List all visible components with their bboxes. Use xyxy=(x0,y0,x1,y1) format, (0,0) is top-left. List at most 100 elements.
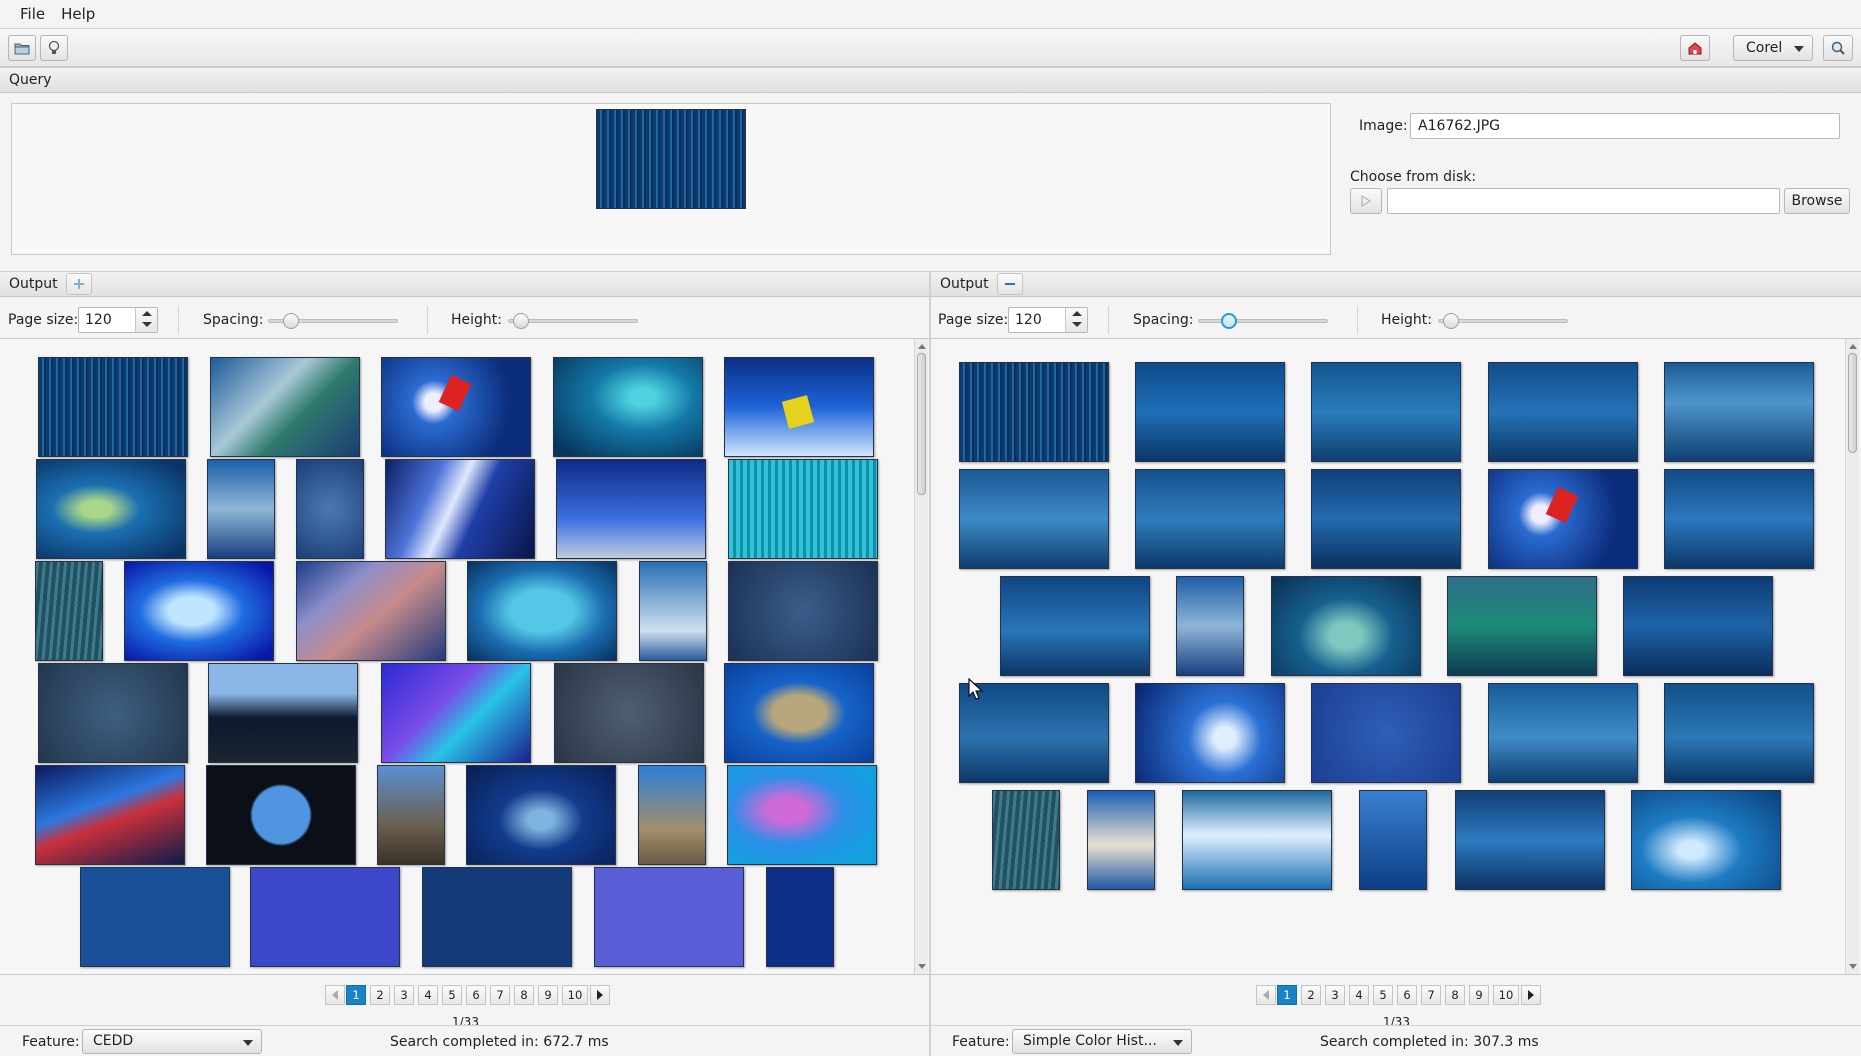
result-thumbnail[interactable] xyxy=(639,561,707,661)
result-thumbnail[interactable] xyxy=(1447,576,1597,676)
disk-path-field[interactable] xyxy=(1387,188,1780,214)
result-thumbnail[interactable] xyxy=(556,459,706,559)
page-button[interactable]: 10 xyxy=(1493,985,1519,1005)
page-button[interactable]: 5 xyxy=(442,985,462,1005)
result-thumbnail[interactable] xyxy=(35,561,103,661)
result-thumbnail[interactable] xyxy=(1488,683,1638,783)
result-thumbnail[interactable] xyxy=(727,765,877,865)
play-button[interactable] xyxy=(1350,188,1382,214)
page-size-spinner[interactable]: 120 xyxy=(1008,307,1088,333)
result-thumbnail[interactable] xyxy=(35,765,185,865)
page-button[interactable]: 9 xyxy=(1469,985,1489,1005)
result-thumbnail[interactable] xyxy=(250,867,400,967)
spacing-slider[interactable] xyxy=(1198,319,1328,323)
result-thumbnail[interactable] xyxy=(124,561,274,661)
search-button[interactable] xyxy=(1823,35,1853,61)
result-thumbnail[interactable] xyxy=(206,765,356,865)
result-thumbnail[interactable] xyxy=(385,459,535,559)
result-thumbnail[interactable] xyxy=(766,867,834,967)
add-pane-button[interactable] xyxy=(65,273,92,295)
prev-page-button[interactable] xyxy=(325,985,345,1005)
menu-help[interactable]: Help xyxy=(53,5,103,23)
right-scrollbar[interactable] xyxy=(1845,339,1859,974)
left-scrollbar[interactable] xyxy=(914,339,928,974)
result-thumbnail[interactable] xyxy=(1664,362,1814,462)
result-thumbnail[interactable] xyxy=(36,459,186,559)
result-thumbnail[interactable] xyxy=(728,459,878,559)
page-button[interactable]: 6 xyxy=(1397,985,1417,1005)
result-thumbnail[interactable] xyxy=(1311,362,1461,462)
result-thumbnail[interactable] xyxy=(1311,683,1461,783)
result-thumbnail[interactable] xyxy=(1631,790,1781,890)
page-button[interactable]: 3 xyxy=(1325,985,1345,1005)
result-thumbnail[interactable] xyxy=(422,867,572,967)
browse-button[interactable]: Browse xyxy=(1784,188,1850,214)
page-button[interactable]: 2 xyxy=(1301,985,1321,1005)
result-thumbnail[interactable] xyxy=(1000,576,1150,676)
result-thumbnail[interactable] xyxy=(1488,362,1638,462)
next-page-button[interactable] xyxy=(590,985,610,1005)
result-thumbnail[interactable] xyxy=(467,561,617,661)
spacing-slider-thumb[interactable] xyxy=(1221,313,1237,329)
result-thumbnail[interactable] xyxy=(1271,576,1421,676)
result-thumbnail[interactable] xyxy=(1135,362,1285,462)
page-button[interactable]: 9 xyxy=(538,985,558,1005)
page-button[interactable]: 4 xyxy=(418,985,438,1005)
result-thumbnail[interactable] xyxy=(1623,576,1773,676)
spinner-arrows[interactable] xyxy=(1065,308,1087,332)
result-thumbnail[interactable] xyxy=(38,357,188,457)
page-button[interactable]: 6 xyxy=(466,985,486,1005)
scroll-up-icon[interactable] xyxy=(1849,344,1857,349)
result-thumbnail[interactable] xyxy=(38,663,188,763)
result-thumbnail[interactable] xyxy=(554,663,704,763)
scroll-up-icon[interactable] xyxy=(918,344,926,349)
height-slider-thumb[interactable] xyxy=(513,313,529,329)
result-thumbnail[interactable] xyxy=(1135,469,1285,569)
dataset-select[interactable]: Corel xyxy=(1733,35,1813,61)
page-button[interactable]: 7 xyxy=(490,985,510,1005)
result-thumbnail[interactable] xyxy=(553,357,703,457)
result-thumbnail[interactable] xyxy=(1087,790,1155,890)
result-thumbnail[interactable] xyxy=(1455,790,1605,890)
result-thumbnail[interactable] xyxy=(724,663,874,763)
result-thumbnail[interactable] xyxy=(1359,790,1427,890)
page-button[interactable]: 3 xyxy=(394,985,414,1005)
remove-pane-button[interactable] xyxy=(996,273,1023,295)
result-thumbnail[interactable] xyxy=(1182,790,1332,890)
scroll-down-icon[interactable] xyxy=(918,964,926,969)
menu-file[interactable]: File xyxy=(12,5,53,23)
scroll-thumb[interactable] xyxy=(1848,353,1857,453)
result-thumbnail[interactable] xyxy=(724,357,874,457)
result-thumbnail[interactable] xyxy=(1135,683,1285,783)
page-button[interactable]: 1 xyxy=(1277,985,1297,1005)
feature-select[interactable]: Simple Color Hist... xyxy=(1012,1029,1192,1054)
result-thumbnail[interactable] xyxy=(208,663,358,763)
open-folder-button[interactable] xyxy=(8,35,36,61)
result-thumbnail[interactable] xyxy=(594,867,744,967)
result-thumbnail[interactable] xyxy=(992,790,1060,890)
result-thumbnail[interactable] xyxy=(1176,576,1244,676)
page-button[interactable]: 7 xyxy=(1421,985,1441,1005)
tip-button[interactable] xyxy=(40,35,68,61)
page-button[interactable]: 5 xyxy=(1373,985,1393,1005)
home-button[interactable] xyxy=(1680,35,1710,61)
page-size-spinner[interactable]: 120 xyxy=(78,307,158,333)
result-thumbnail[interactable] xyxy=(381,663,531,763)
scroll-thumb[interactable] xyxy=(917,353,926,495)
result-thumbnail[interactable] xyxy=(296,459,364,559)
result-thumbnail[interactable] xyxy=(207,459,275,559)
result-thumbnail[interactable] xyxy=(381,357,531,457)
page-button[interactable]: 1 xyxy=(346,985,366,1005)
result-thumbnail[interactable] xyxy=(80,867,230,967)
result-thumbnail[interactable] xyxy=(728,561,878,661)
prev-page-button[interactable] xyxy=(1256,985,1276,1005)
result-thumbnail[interactable] xyxy=(210,357,360,457)
feature-select[interactable]: CEDD xyxy=(82,1029,262,1054)
spacing-slider-thumb[interactable] xyxy=(283,313,299,329)
page-button[interactable]: 4 xyxy=(1349,985,1369,1005)
result-thumbnail[interactable] xyxy=(1664,469,1814,569)
result-thumbnail[interactable] xyxy=(959,469,1109,569)
result-thumbnail[interactable] xyxy=(377,765,445,865)
result-thumbnail[interactable] xyxy=(959,362,1109,462)
image-name-field[interactable]: A16762.JPG xyxy=(1410,113,1840,139)
